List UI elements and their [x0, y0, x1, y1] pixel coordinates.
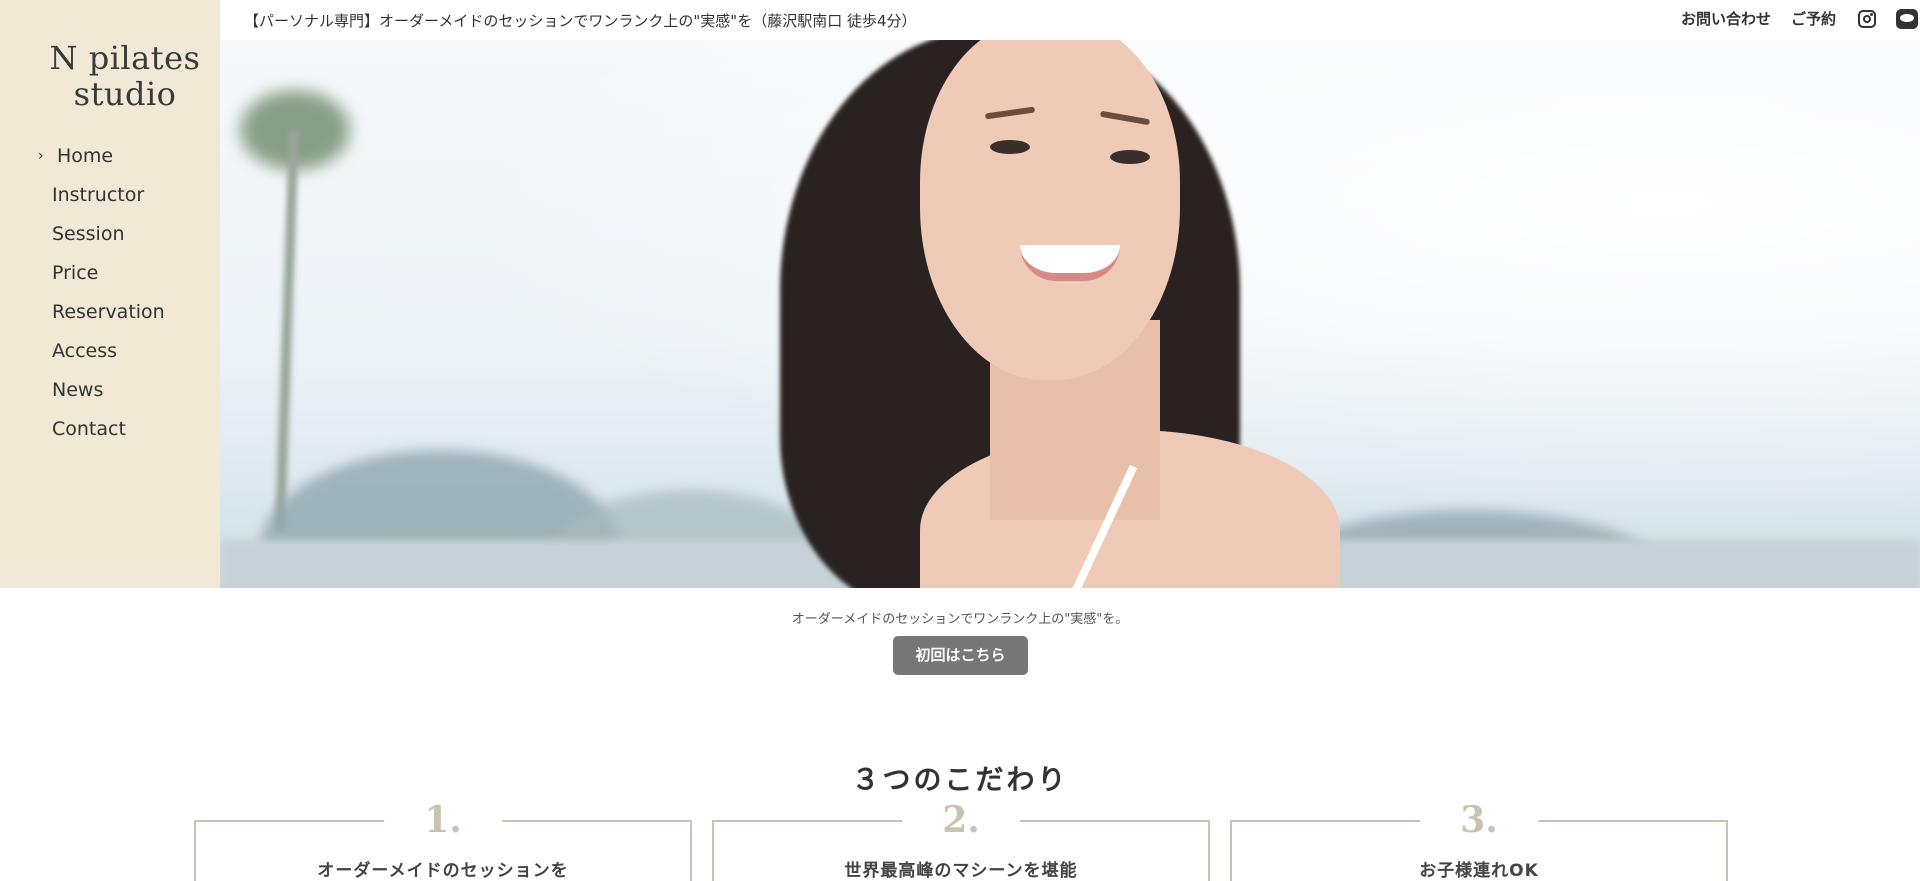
logo-line-1: N pilates	[49, 39, 201, 77]
nav-item-session[interactable]: Session	[52, 218, 165, 257]
logo-line-2: studio	[73, 75, 177, 113]
logo[interactable]: N pilates studio	[0, 40, 250, 112]
chevron-right-icon: ›	[38, 148, 44, 164]
nav-item-access[interactable]: Access	[52, 335, 165, 374]
nav-item-news[interactable]: News	[52, 374, 165, 413]
nav-item-label: Reservation	[52, 301, 165, 323]
feature-card: 1. オーダーメイドのセッションを	[194, 800, 692, 881]
first-visit-button[interactable]: 初回はこちら	[893, 636, 1028, 675]
nav-item-contact[interactable]: Contact	[52, 413, 165, 452]
nav-item-label: News	[52, 379, 104, 401]
top-bar: 【パーソナル専門】オーダーメイドのセッションでワンランク上の"実感"を（藤沢駅南…	[220, 0, 1920, 40]
feature-card: 3. お子様連れOK	[1230, 800, 1728, 881]
main-nav: › Home Instructor Session Price Reservat…	[38, 140, 165, 452]
nav-item-home[interactable]: › Home	[38, 140, 165, 179]
instagram-icon[interactable]	[1858, 9, 1876, 28]
feature-number: 3.	[1420, 800, 1538, 840]
feature-number: 2.	[902, 800, 1020, 840]
line-icon[interactable]	[1896, 8, 1918, 29]
intro-subtext: オーダーメイドのセッションでワンランク上の"実感"を。	[791, 612, 1129, 627]
hero-image	[220, 40, 1920, 588]
nav-item-label: Session	[52, 223, 125, 245]
woman-face	[920, 40, 1180, 380]
feature-text: オーダーメイドのセッションを	[317, 861, 569, 881]
sidebar: N pilates studio › Home Instructor Sessi…	[0, 0, 220, 588]
nav-item-reservation[interactable]: Reservation	[52, 296, 165, 335]
nav-item-label: Access	[52, 340, 118, 362]
nav-item-price[interactable]: Price	[52, 257, 165, 296]
header-links: お問い合わせ ご予約	[1681, 8, 1920, 29]
eye	[1110, 150, 1150, 164]
reserve-link[interactable]: ご予約	[1791, 8, 1836, 29]
nav-item-label: Home	[57, 145, 114, 167]
feature-card: 2. 世界最高峰のマシーンを堪能	[712, 800, 1210, 881]
nav-item-label: Price	[52, 262, 99, 284]
nav-item-label: Contact	[52, 418, 126, 440]
nav-item-label: Instructor	[52, 184, 145, 206]
feature-number: 1.	[384, 800, 502, 840]
feature-text: 世界最高峰のマシーンを堪能	[844, 861, 1078, 881]
nav-item-instructor[interactable]: Instructor	[52, 179, 165, 218]
contact-link[interactable]: お問い合わせ	[1681, 8, 1771, 29]
eye	[990, 140, 1030, 154]
features-title: ３つのこだわり	[851, 763, 1069, 796]
site-tagline: 【パーソナル専門】オーダーメイドのセッションでワンランク上の"実感"を（藤沢駅南…	[244, 12, 917, 30]
feature-text: お子様連れOK	[1419, 861, 1539, 881]
